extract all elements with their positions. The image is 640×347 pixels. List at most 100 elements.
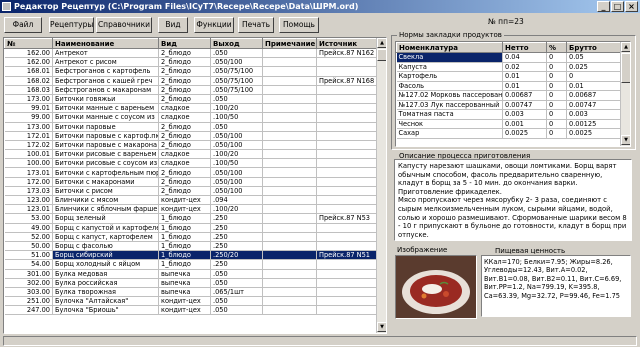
table-row[interactable]: 173.03 Биточки с рисом 2_блюдо .050/100 xyxy=(4,186,377,197)
cell-name[interactable]: Булка медовая xyxy=(52,269,159,279)
cell-yield[interactable]: .050 xyxy=(210,278,263,288)
table-row[interactable]: 99.01 Биточки манные с вареньем сладкое .10… xyxy=(4,103,377,114)
cell-name[interactable]: Блинчики с мясом xyxy=(52,195,159,206)
cell-yield[interactable]: .050/100 xyxy=(210,131,263,141)
cell-type[interactable]: 1_блюдо xyxy=(158,223,211,233)
cell-source[interactable] xyxy=(316,66,377,77)
cell-source[interactable]: Прейск.87 N168 xyxy=(316,76,377,86)
table-row[interactable]: 168.03 Бефстроганов с макаронам 2_блюдо .05… xyxy=(4,85,377,95)
cell-yield[interactable]: .100/20 xyxy=(210,204,263,215)
table-row[interactable]: 123.00 Блинчики с мясом кондит-цех .094 xyxy=(4,195,377,206)
cell-type[interactable]: 2_блюдо xyxy=(158,167,211,178)
cell-number[interactable]: 173.00 xyxy=(4,94,53,105)
cell-number[interactable]: 172.00 xyxy=(4,177,53,187)
table-row[interactable]: 172.02 Биточки паровые с макарона 2_блюдо.… xyxy=(4,140,377,151)
cell-yield[interactable]: .050 xyxy=(210,296,263,307)
col-header-number[interactable]: № xyxy=(4,38,53,49)
cell-name[interactable]: Антрекот xyxy=(52,48,159,59)
cell-note[interactable] xyxy=(262,48,317,59)
cell-name[interactable]: Борщ сибирский xyxy=(52,250,159,261)
cell-type[interactable]: 2_блюдо xyxy=(158,66,211,77)
cell-name[interactable]: Булочка "Алтайская" xyxy=(52,296,159,307)
table-row[interactable]: 168.02 Бефстроганов с кашей греч 2_блюдо .0… xyxy=(4,76,377,86)
cell-number[interactable]: 173.01 xyxy=(4,167,53,178)
cell-yield[interactable]: .050/75/100 xyxy=(210,85,263,95)
ing-cell-percent[interactable]: 0 xyxy=(546,109,567,120)
cell-yield[interactable]: .094 xyxy=(210,195,263,206)
ing-cell-gross[interactable]: 0.003 xyxy=(566,109,621,120)
cell-yield[interactable]: .050/100 xyxy=(210,177,263,187)
ing-cell-net[interactable]: 0.00687 xyxy=(502,90,547,101)
ing-cell-net[interactable]: 0.001 xyxy=(502,119,547,129)
close-button[interactable]: × xyxy=(625,1,638,12)
table-row[interactable]: 123.01 Блинчики с яблочным фарше кондит-це… xyxy=(4,204,377,215)
cell-number[interactable]: 99.00 xyxy=(4,112,53,123)
cell-number[interactable]: 173.03 xyxy=(4,186,53,197)
cell-name[interactable]: Борщ зеленый xyxy=(52,213,159,224)
cell-note[interactable] xyxy=(262,305,317,316)
cell-note[interactable] xyxy=(262,259,317,270)
cell-type[interactable]: 2_блюдо xyxy=(158,140,211,151)
ing-cell-gross[interactable]: 0.00747 xyxy=(566,100,621,110)
cell-number[interactable]: 100.00 xyxy=(4,158,53,169)
ing-cell-net[interactable]: 0.02 xyxy=(502,62,547,72)
ing-cell-percent[interactable]: 0 xyxy=(546,119,567,129)
cell-note[interactable] xyxy=(262,195,317,206)
table-row[interactable]: 52.00 Борщ с капуст, картофелем 1_блюдо .25… xyxy=(4,232,377,242)
cell-yield[interactable]: .100/50 xyxy=(210,158,263,169)
file-menu-button[interactable]: Файл xyxy=(4,17,42,33)
cell-source[interactable] xyxy=(316,269,377,279)
table-row[interactable]: 247.00 Булочка "Бриошь" кондит-цех .050 xyxy=(4,305,377,316)
cell-note[interactable] xyxy=(262,204,317,215)
cell-yield[interactable]: .050/100 xyxy=(210,167,263,178)
cell-type[interactable]: 2_блюдо xyxy=(158,177,211,187)
cell-type[interactable]: кондит-цех xyxy=(158,296,211,307)
cell-yield[interactable]: .050 xyxy=(210,269,263,279)
cell-number[interactable]: 123.01 xyxy=(4,204,53,215)
cell-type[interactable]: 2_блюдо xyxy=(158,48,211,59)
cell-yield[interactable]: .050 xyxy=(210,122,263,132)
cell-source[interactable]: Прейск.87 N53 xyxy=(316,213,377,224)
cell-source[interactable] xyxy=(316,296,377,307)
cell-number[interactable]: 54.00 xyxy=(4,259,53,270)
cell-number[interactable]: 123.00 xyxy=(4,195,53,206)
cell-yield[interactable]: .050/100 xyxy=(210,140,263,151)
ing-cell-name[interactable]: №127.02 Морковь пассерован xyxy=(396,90,503,101)
cell-source[interactable] xyxy=(316,186,377,197)
cell-number[interactable]: 168.01 xyxy=(4,66,53,77)
cell-note[interactable] xyxy=(262,66,317,77)
help-menu-button[interactable]: Помощь xyxy=(279,17,319,33)
cell-source[interactable] xyxy=(316,167,377,178)
ing-cell-percent[interactable]: 0 xyxy=(546,52,567,63)
col-header-note[interactable]: Примечание xyxy=(262,38,317,49)
cell-type[interactable]: 1_блюдо xyxy=(158,250,211,261)
view-menu-button[interactable]: Вид xyxy=(158,17,188,33)
cell-number[interactable]: 251.00 xyxy=(4,296,53,307)
ing-cell-net[interactable]: 0.01 xyxy=(502,81,547,91)
cell-type[interactable]: сладкое xyxy=(158,103,211,114)
table-row[interactable]: 173.01 Биточки с картофельным пюр 2_блюдо.… xyxy=(4,167,377,178)
table-row[interactable]: 50.00 Борщ с фасолью 1_блюдо .250 xyxy=(4,241,377,252)
cell-number[interactable]: 168.03 xyxy=(4,85,53,95)
minimize-button[interactable]: _ xyxy=(597,1,610,12)
cell-yield[interactable]: .050/100 xyxy=(210,57,263,68)
cell-note[interactable] xyxy=(262,158,317,169)
table-row[interactable]: 301.00 Булка медовая выпечка .050 xyxy=(4,269,377,279)
scroll-up-arrow-icon[interactable]: ▲ xyxy=(377,38,386,48)
cell-yield[interactable]: .100/50 xyxy=(210,112,263,123)
ing-scroll-thumb[interactable] xyxy=(621,53,630,83)
table-row[interactable]: 53.00 Борщ зеленый 1_блюдо .250 Прейск.87 N5… xyxy=(4,213,377,224)
cell-type[interactable]: 2_блюдо xyxy=(158,122,211,132)
cell-source[interactable] xyxy=(316,177,377,187)
cell-type[interactable]: выпечка xyxy=(158,269,211,279)
cell-source[interactable] xyxy=(316,232,377,242)
ing-cell-name[interactable]: Чеснок xyxy=(396,119,503,129)
ingredient-row[interactable]: Фасоль 0.01 0 0.01 xyxy=(396,81,621,91)
col-header-type[interactable]: Вид xyxy=(158,38,211,49)
ingredient-row[interactable]: Сахар 0.0025 0 0.0025 xyxy=(396,128,621,139)
ing-scroll-up-arrow-icon[interactable]: ▲ xyxy=(621,42,630,52)
ing-col-header-percent[interactable]: % xyxy=(546,42,567,53)
cell-type[interactable]: выпечка xyxy=(158,278,211,288)
cell-type[interactable]: 2_блюдо xyxy=(158,85,211,95)
cell-name[interactable]: Булка российская xyxy=(52,278,159,288)
